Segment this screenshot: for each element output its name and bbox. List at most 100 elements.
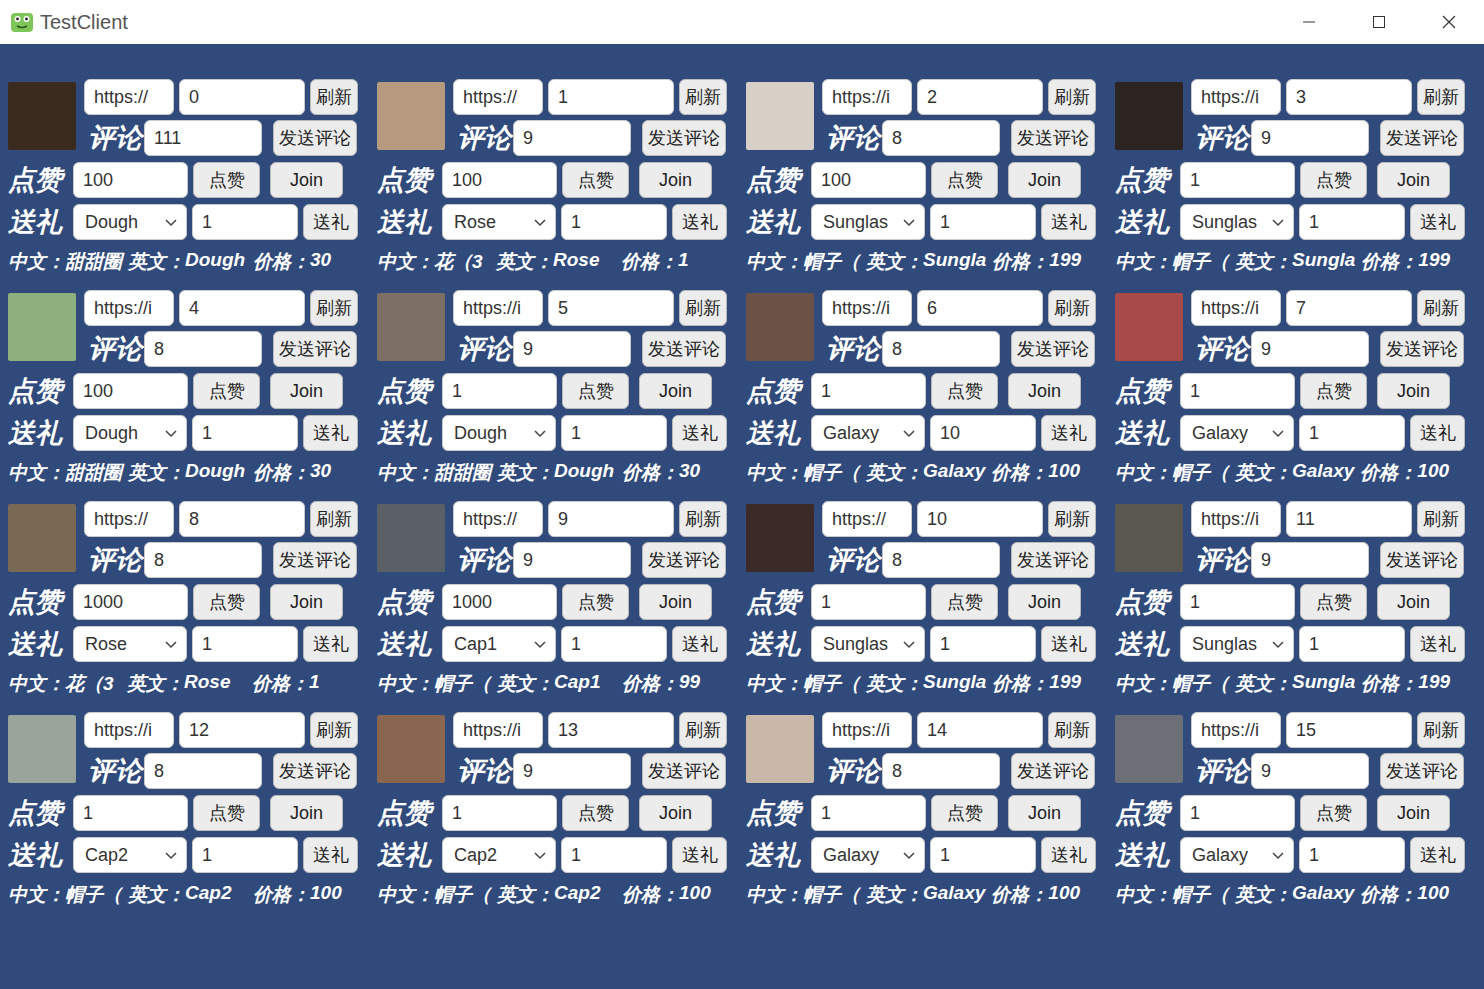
gift-button[interactable]: 送礼 <box>1410 837 1465 873</box>
join-button[interactable]: Join <box>639 373 712 409</box>
refresh-button[interactable]: 刷新 <box>1417 79 1465 115</box>
join-button[interactable]: Join <box>1008 373 1081 409</box>
url-field[interactable] <box>453 501 543 537</box>
url-field[interactable] <box>1191 79 1281 115</box>
refresh-button[interactable]: 刷新 <box>679 501 727 537</box>
join-button[interactable]: Join <box>270 795 343 831</box>
send-comment-button[interactable]: 发送评论 <box>642 753 726 789</box>
like-field[interactable] <box>1180 584 1295 620</box>
room-field[interactable] <box>1286 290 1412 326</box>
gift-count-field[interactable] <box>561 415 667 451</box>
like-button[interactable]: 点赞 <box>562 373 629 409</box>
gift-button[interactable]: 送礼 <box>1410 204 1465 240</box>
room-field[interactable] <box>179 79 305 115</box>
like-button[interactable]: 点赞 <box>931 373 998 409</box>
gift-count-field[interactable] <box>192 415 298 451</box>
send-comment-button[interactable]: 发送评论 <box>1380 753 1464 789</box>
comment-field[interactable] <box>513 120 631 156</box>
like-button[interactable]: 点赞 <box>931 584 998 620</box>
gift-count-field[interactable] <box>192 204 298 240</box>
like-field[interactable] <box>442 795 557 831</box>
refresh-button[interactable]: 刷新 <box>1048 501 1096 537</box>
like-button[interactable]: 点赞 <box>1300 373 1367 409</box>
join-button[interactable]: Join <box>639 162 712 198</box>
send-comment-button[interactable]: 发送评论 <box>273 542 357 578</box>
send-comment-button[interactable]: 发送评论 <box>642 120 726 156</box>
send-comment-button[interactable]: 发送评论 <box>1011 753 1095 789</box>
send-comment-button[interactable]: 发送评论 <box>273 753 357 789</box>
like-button[interactable]: 点赞 <box>193 373 260 409</box>
join-button[interactable]: Join <box>270 373 343 409</box>
room-field[interactable] <box>179 501 305 537</box>
like-button[interactable]: 点赞 <box>1300 162 1367 198</box>
room-field[interactable] <box>548 79 674 115</box>
like-button[interactable]: 点赞 <box>193 795 260 831</box>
url-field[interactable] <box>822 712 912 748</box>
like-button[interactable]: 点赞 <box>931 795 998 831</box>
like-button[interactable]: 点赞 <box>562 584 629 620</box>
send-comment-button[interactable]: 发送评论 <box>1011 331 1095 367</box>
gift-dropdown[interactable]: Rose <box>442 204 556 240</box>
gift-button[interactable]: 送礼 <box>672 837 727 873</box>
like-field[interactable] <box>811 162 926 198</box>
gift-button[interactable]: 送礼 <box>303 626 358 662</box>
gift-dropdown[interactable]: Cap2 <box>442 837 556 873</box>
join-button[interactable]: Join <box>270 162 343 198</box>
url-field[interactable] <box>822 290 912 326</box>
like-field[interactable] <box>442 162 557 198</box>
comment-field[interactable] <box>1251 753 1369 789</box>
url-field[interactable] <box>84 290 174 326</box>
comment-field[interactable] <box>1251 542 1369 578</box>
gift-count-field[interactable] <box>1299 204 1405 240</box>
gift-count-field[interactable] <box>930 415 1036 451</box>
join-button[interactable]: Join <box>1377 162 1450 198</box>
join-button[interactable]: Join <box>270 584 343 620</box>
send-comment-button[interactable]: 发送评论 <box>1011 542 1095 578</box>
room-field[interactable] <box>548 290 674 326</box>
comment-field[interactable] <box>144 542 262 578</box>
close-button[interactable] <box>1414 0 1484 44</box>
refresh-button[interactable]: 刷新 <box>1417 501 1465 537</box>
gift-button[interactable]: 送礼 <box>1410 415 1465 451</box>
gift-count-field[interactable] <box>1299 415 1405 451</box>
comment-field[interactable] <box>882 753 1000 789</box>
comment-field[interactable] <box>513 542 631 578</box>
gift-button[interactable]: 送礼 <box>672 626 727 662</box>
like-field[interactable] <box>1180 162 1295 198</box>
join-button[interactable]: Join <box>1008 584 1081 620</box>
like-field[interactable] <box>73 373 188 409</box>
refresh-button[interactable]: 刷新 <box>679 79 727 115</box>
comment-field[interactable] <box>513 331 631 367</box>
gift-dropdown[interactable]: Dough <box>73 415 187 451</box>
comment-field[interactable] <box>144 331 262 367</box>
refresh-button[interactable]: 刷新 <box>310 712 358 748</box>
refresh-button[interactable]: 刷新 <box>679 712 727 748</box>
url-field[interactable] <box>822 79 912 115</box>
gift-count-field[interactable] <box>561 837 667 873</box>
gift-button[interactable]: 送礼 <box>672 415 727 451</box>
like-field[interactable] <box>811 373 926 409</box>
gift-dropdown[interactable]: Galaxy <box>1180 415 1294 451</box>
url-field[interactable] <box>84 501 174 537</box>
like-field[interactable] <box>442 373 557 409</box>
gift-button[interactable]: 送礼 <box>1041 204 1096 240</box>
room-field[interactable] <box>1286 79 1412 115</box>
url-field[interactable] <box>84 79 174 115</box>
gift-dropdown[interactable]: Sunglas <box>1180 204 1294 240</box>
join-button[interactable]: Join <box>1008 795 1081 831</box>
url-field[interactable] <box>1191 290 1281 326</box>
gift-dropdown[interactable]: Sunglas <box>811 204 925 240</box>
gift-count-field[interactable] <box>1299 626 1405 662</box>
refresh-button[interactable]: 刷新 <box>310 79 358 115</box>
gift-button[interactable]: 送礼 <box>1041 837 1096 873</box>
send-comment-button[interactable]: 发送评论 <box>273 120 357 156</box>
room-field[interactable] <box>548 712 674 748</box>
gift-button[interactable]: 送礼 <box>1041 626 1096 662</box>
refresh-button[interactable]: 刷新 <box>310 290 358 326</box>
room-field[interactable] <box>1286 501 1412 537</box>
join-button[interactable]: Join <box>639 584 712 620</box>
refresh-button[interactable]: 刷新 <box>1048 79 1096 115</box>
like-field[interactable] <box>73 584 188 620</box>
url-field[interactable] <box>453 290 543 326</box>
like-button[interactable]: 点赞 <box>562 162 629 198</box>
